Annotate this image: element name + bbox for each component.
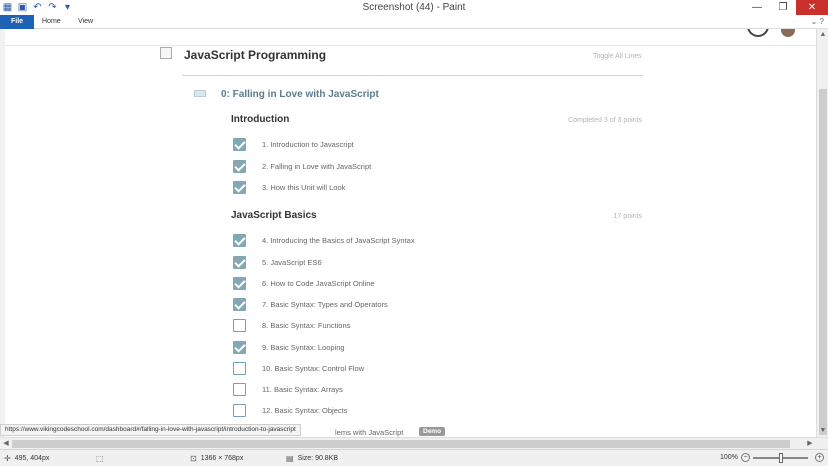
lesson-checkbox	[233, 180, 246, 194]
selection-size: ⬚	[96, 454, 108, 463]
lesson-label: 1. Introduction to Javascript	[262, 139, 354, 149]
lesson-item: 9. Basic Syntax: Looping	[233, 340, 345, 354]
course-divider	[182, 75, 643, 76]
lesson-item: 12. Basic Syntax: Objects	[233, 403, 347, 417]
section-title: JavaScript Basics	[231, 210, 317, 221]
ribbon-controls: ⌄ ?	[811, 15, 824, 29]
lesson-checkbox	[233, 340, 246, 354]
cursor-position-value: 495, 404px	[14, 455, 50, 462]
status-url: https://www.vikingcodeschool.com/dashboa…	[0, 424, 301, 436]
lesson-checkbox	[233, 403, 246, 417]
image-size-value: 1366 × 768px	[200, 455, 244, 462]
lesson-label: 5. JavaScript ES6	[262, 257, 322, 267]
lesson-checkbox	[233, 382, 246, 396]
scroll-down-icon[interactable]: ▼	[817, 425, 828, 437]
lesson-item: 11. Basic Syntax: Arrays	[233, 382, 343, 396]
lesson-checkbox	[233, 297, 246, 311]
lesson-label: 12. Basic Syntax: Objects	[262, 405, 348, 415]
horizontal-scroll-thumb[interactable]	[12, 440, 790, 448]
window-title: Screenshot (44) - Paint	[362, 2, 466, 13]
partial-lesson-label: lems with JavaScript	[335, 428, 404, 437]
lesson-label: 11. Basic Syntax: Arrays	[262, 384, 343, 394]
notification-icon	[747, 29, 769, 37]
lesson-checkbox	[233, 137, 246, 151]
section-points: Completed 3 of 3 points	[568, 117, 642, 124]
lesson-item: 7. Basic Syntax: Types and Operators	[233, 297, 388, 311]
lesson-label: 4. Introducing the Basics of JavaScript …	[262, 235, 415, 245]
selection-icon: ⬚	[96, 454, 104, 463]
lesson-item: 2. Falling in Love with JavaScript	[233, 159, 371, 173]
window-controls: — ❐ ✕	[744, 0, 828, 15]
image-size-icon: ⊡	[190, 454, 197, 463]
webpage-screenshot: code JavaScript Programming Toggle All L…	[5, 29, 816, 437]
tab-view[interactable]: View	[78, 15, 93, 29]
file-tab[interactable]: File	[0, 15, 34, 29]
lesson-checkbox	[233, 233, 246, 247]
lesson-label: 8. Basic Syntax: Functions	[262, 320, 351, 330]
status-bar: ✛ 495, 404px ⬚ ⊡ 1366 × 768px ▤ Size: 90…	[0, 449, 828, 466]
image-size: ⊡ 1366 × 768px	[190, 454, 243, 463]
unit-thumbnail-icon	[194, 90, 206, 97]
disk-icon: ▤	[286, 454, 294, 463]
minimize-button[interactable]: —	[744, 0, 770, 15]
zoom-slider-thumb[interactable]	[778, 453, 783, 463]
lesson-item: 1. Introduction to Javascript	[233, 137, 354, 151]
broken-image-icon	[160, 47, 172, 59]
lesson-label: 10. Basic Syntax: Control Flow	[262, 363, 365, 373]
lesson-label: 6. How to Code JavaScript Online	[262, 278, 375, 288]
vertical-scroll-thumb[interactable]	[819, 89, 827, 435]
avatar	[781, 29, 795, 37]
header-divider	[5, 45, 816, 46]
lesson-item: 8. Basic Syntax: Functions	[233, 318, 350, 332]
site-logo: code	[13, 29, 43, 35]
lesson-checkbox	[233, 255, 246, 269]
cursor-position: ✛ 495, 404px	[4, 454, 49, 463]
lesson-label: 7. Basic Syntax: Types and Operators	[262, 299, 388, 309]
vertical-scrollbar[interactable]: ▲ ▼	[816, 29, 828, 437]
close-button[interactable]: ✕	[796, 0, 828, 15]
zoom-out-button[interactable]: −	[741, 453, 750, 462]
title-bar: ▦ ▣ ↶ ↷ ▾ Screenshot (44) - Paint — ❐ ✕	[0, 0, 828, 15]
ribbon: File Home View ⌄ ?	[0, 15, 828, 29]
lesson-checkbox	[233, 361, 246, 375]
lesson-checkbox	[233, 318, 246, 332]
zoom-in-button[interactable]: +	[815, 453, 824, 462]
lesson-label: 3. How this Unit will Look	[262, 182, 346, 192]
lesson-label: 9. Basic Syntax: Looping	[262, 342, 345, 352]
lesson-item: 3. How this Unit will Look	[233, 180, 345, 194]
paint-canvas[interactable]: code JavaScript Programming Toggle All L…	[0, 29, 828, 437]
header-icons	[747, 29, 795, 37]
demo-badge: Demo	[419, 427, 446, 436]
lesson-item: 4. Introducing the Basics of JavaScript …	[233, 233, 415, 247]
lesson-item: 5. JavaScript ES6	[233, 255, 322, 269]
unit-title: 0: Falling in Love with JavaScript	[221, 89, 379, 100]
section-points: 17 points	[613, 213, 642, 220]
lesson-label: 2. Falling in Love with JavaScript	[262, 161, 372, 171]
lesson-item: 10. Basic Syntax: Control Flow	[233, 361, 364, 375]
collapse-ribbon-icon[interactable]: ⌄	[811, 17, 818, 26]
scroll-up-icon[interactable]: ▲	[817, 29, 828, 41]
lesson-checkbox	[233, 159, 246, 173]
tab-home[interactable]: Home	[42, 15, 61, 29]
file-size: ▤ Size: 90.8KB	[286, 454, 338, 463]
crosshair-icon: ✛	[4, 454, 11, 463]
section-title: Introduction	[231, 114, 290, 125]
lesson-checkbox	[233, 276, 246, 290]
course-title: JavaScript Programming	[184, 48, 327, 62]
lesson-item: 6. How to Code JavaScript Online	[233, 276, 375, 290]
zoom-level: 100%	[720, 454, 738, 461]
file-size-value: Size: 90.8KB	[297, 455, 339, 462]
help-icon[interactable]: ?	[820, 17, 824, 26]
toggle-all-lines-link: Toggle All Lines	[593, 53, 642, 60]
horizontal-scrollbar[interactable]: ◀ ▶	[0, 437, 828, 449]
maximize-button[interactable]: ❐	[770, 0, 796, 15]
